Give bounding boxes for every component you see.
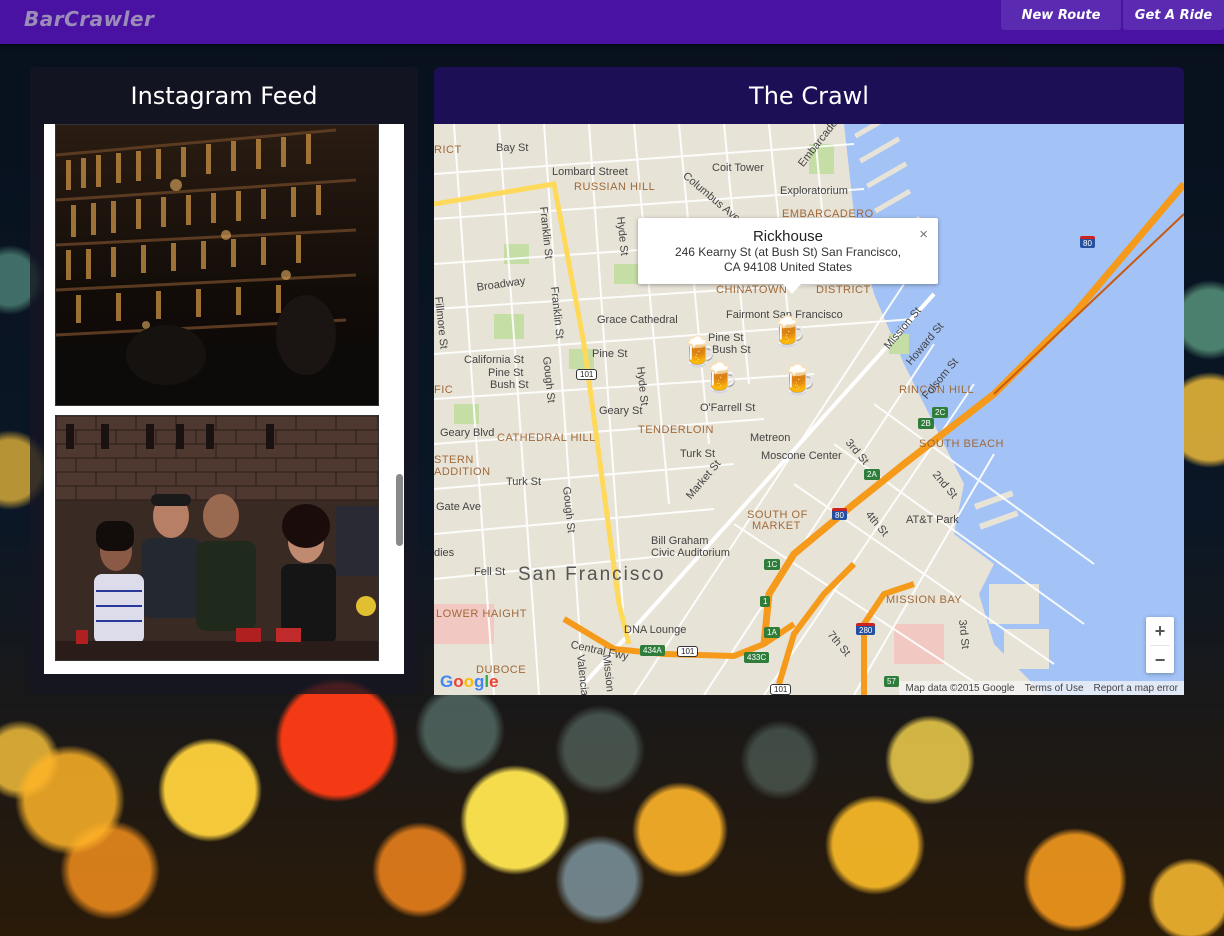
instagram-photo-bar-shelves[interactable] — [55, 124, 379, 406]
map-label-bush-st-2: Bush St — [490, 379, 529, 391]
info-window-address-line2: CA 94108 United States — [723, 260, 853, 274]
route-57-shield: 57 — [884, 676, 899, 687]
map-label-san-francisco: San Francisco — [518, 564, 666, 585]
beer-marker-rickhouse[interactable]: 🍺 — [770, 318, 807, 348]
map-label-coit-tower: Coit Tower — [712, 162, 764, 174]
us-101-shield-b: 101 — [677, 646, 699, 657]
map-label-pine-st-2: Pine St — [592, 348, 628, 360]
i-80-shield-b: 80 — [832, 508, 847, 520]
get-a-ride-button[interactable]: Get A Ride — [1123, 0, 1224, 30]
map-label-gate-ave: Gate Ave — [436, 501, 482, 513]
map-label-south-beach: SOUTH BEACH — [919, 438, 1004, 450]
instagram-photo-group[interactable] — [55, 415, 379, 661]
route-1c-shield: 1C — [764, 559, 781, 570]
feed-scrollbar[interactable] — [396, 474, 403, 546]
map-label-district: DISTRICT — [816, 284, 871, 296]
map-label-russian-hill: RUSSIAN HILL — [574, 181, 656, 193]
beer-marker-4[interactable]: 🍺 — [780, 366, 817, 396]
new-route-button[interactable]: New Route — [1001, 0, 1121, 30]
zoom-out-button[interactable]: − — [1146, 646, 1174, 674]
instagram-feed-panel: Instagram Feed — [30, 67, 418, 694]
zoom-in-button[interactable]: + — [1146, 617, 1174, 645]
route-434a-shield: 434A — [640, 645, 665, 656]
map-label-turk-st-2: Turk St — [506, 476, 542, 488]
map-label-california-st: California St — [464, 354, 524, 366]
route-1-shield: 1 — [760, 596, 771, 607]
close-icon[interactable]: × — [919, 226, 928, 243]
crawl-title: The Crawl — [749, 81, 869, 110]
terms-of-use-link[interactable]: Terms of Use — [1025, 683, 1084, 694]
map-label-geary-st: Geary St — [599, 405, 643, 417]
map-label-fic: FIC — [434, 384, 454, 396]
beer-marker-3[interactable]: 🍺 — [702, 364, 739, 394]
map-attribution: Map data ©2015 Google Terms of Use Repor… — [899, 681, 1184, 695]
map-label-metreon: Metreon — [750, 432, 791, 444]
report-map-error-link[interactable]: Report a map error — [1094, 683, 1178, 694]
map-label-mission-bay: MISSION BAY — [886, 594, 963, 606]
map-label-stern-1: STERN — [434, 454, 474, 466]
map-label-stern-2: ADDITION — [434, 466, 491, 478]
route-2c-shield: 2C — [932, 407, 949, 418]
map-label-rict: RICT — [434, 144, 462, 156]
us-101-shield-a: 101 — [576, 369, 598, 380]
i-280-shield: 280 — [856, 623, 876, 635]
map-label-bay-st: Bay St — [496, 142, 529, 154]
map-zoom-control: + − — [1146, 617, 1174, 673]
map-info-window: Rickhouse 246 Kearny St (at Bush St) San… — [638, 218, 938, 294]
map-label-lower-haight: LOWER HAIGHT — [436, 608, 527, 620]
map-data-credit: Map data ©2015 Google — [905, 682, 1015, 694]
crawl-panel: The Crawl Bay St Lombard Street RUSSIAN … — [434, 67, 1184, 695]
map-label-bush-st-1: Bush St — [712, 344, 751, 356]
map-label-dna-lounge: DNA Lounge — [624, 624, 687, 636]
map-label-tenderloin: TENDERLOIN — [638, 424, 714, 436]
map-label-bill-graham-1: Bill Graham — [651, 535, 709, 547]
us-101-shield-c: 101 — [770, 684, 792, 695]
info-window-address-line1: 246 Kearny St (at Bush St) San Francisco… — [674, 245, 902, 259]
info-window-title: Rickhouse — [752, 228, 824, 245]
map-label-turk-st-1: Turk St — [680, 448, 716, 460]
instagram-feed-list[interactable] — [44, 124, 404, 674]
map-label-grace-cathedral: Grace Cathedral — [597, 314, 678, 326]
instagram-feed-title: Instagram Feed — [130, 82, 318, 110]
route-433c-shield: 433C — [744, 652, 770, 663]
route-1a-shield: 1A — [764, 627, 780, 638]
map-label-cathedral-hill: CATHEDRAL HILL — [497, 432, 596, 444]
i-80-shield-a: 80 — [1080, 236, 1095, 248]
google-logo[interactable]: Google — [440, 672, 499, 692]
map-label-exploratorium: Exploratorium — [780, 185, 848, 197]
map-label-south-of-market-2: MARKET — [752, 520, 801, 532]
map-label-geary-blvd: Geary Blvd — [440, 427, 495, 439]
map-label-fell-st: Fell St — [474, 566, 506, 578]
brand-logo[interactable]: BarCrawler — [24, 7, 154, 31]
crawl-map[interactable]: Bay St Lombard Street RUSSIAN HILL Coit … — [434, 124, 1184, 695]
map-label-pine-st-3: Pine St — [488, 367, 524, 379]
map-label-att-park: AT&T Park — [906, 514, 959, 526]
map-label-moscone: Moscone Center — [761, 450, 842, 462]
map-label-lombard-st: Lombard Street — [552, 166, 628, 178]
route-2b-shield: 2B — [918, 418, 934, 429]
route-2a-shield: 2A — [864, 469, 880, 480]
map-label-chinatown: CHINATOWN — [716, 284, 788, 296]
map-label-bill-graham-2: Civic Auditorium — [651, 547, 730, 559]
map-label-ofarrell-st: O'Farrell St — [700, 402, 756, 414]
map-label-dies: dies — [434, 547, 455, 559]
navbar: BarCrawler New Route Get A Ride — [0, 0, 1224, 44]
